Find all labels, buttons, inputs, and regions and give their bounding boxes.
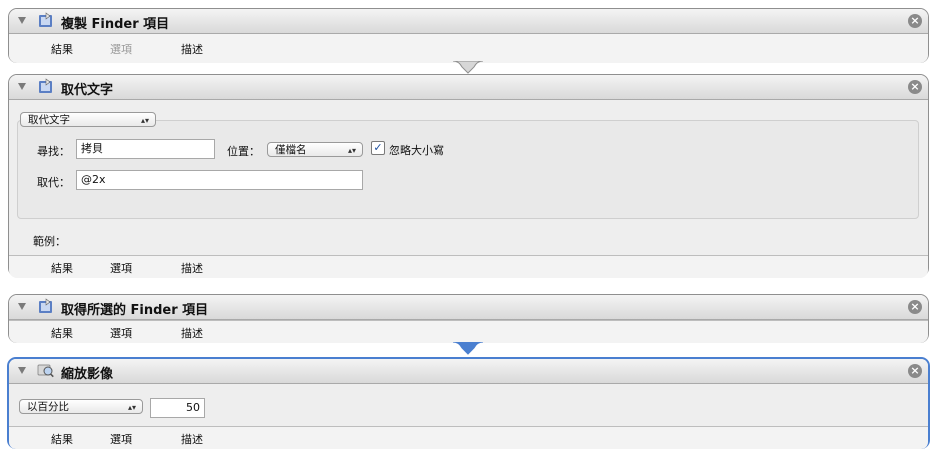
connector-notch — [453, 61, 483, 74]
close-icon[interactable]: × — [908, 364, 922, 378]
tab-results[interactable]: 結果 — [51, 41, 73, 57]
action-body: 取代文字 ▴▾ 尋找： 拷貝 位置： 僅檔名 ▴▾ ✓ 忽略大小寫 取代： @2x … — [9, 100, 928, 255]
action-tab-bar: 結果 選項 描述 — [9, 320, 928, 343]
action-body: 以百分比 ▴▾ 50 — [9, 384, 928, 426]
ignore-case-checkbox[interactable]: ✓ — [371, 141, 385, 155]
close-icon[interactable]: × — [908, 80, 922, 94]
tab-options[interactable]: 選項 — [110, 431, 132, 447]
disclosure-triangle-icon[interactable] — [18, 83, 26, 90]
connector-notch — [453, 342, 483, 355]
action-header[interactable]: 複製 Finder 項目 × — [9, 9, 928, 34]
close-icon[interactable]: × — [908, 300, 922, 314]
tab-description[interactable]: 描述 — [181, 325, 203, 341]
tab-description[interactable]: 描述 — [181, 431, 203, 447]
action-title: 縮放影像 — [61, 367, 114, 382]
action-tab-bar: 結果 選項 描述 — [9, 426, 928, 449]
tab-results[interactable]: 結果 — [51, 260, 73, 276]
action-copy-finder-items: 複製 Finder 項目 × 結果 選項 描述 — [8, 8, 929, 63]
action-replace-text: 取代文字 × 取代文字 ▴▾ 尋找： 拷貝 位置： 僅檔名 ▴▾ ✓ 忽略大小寫 取… — [8, 74, 929, 278]
tab-options[interactable]: 選項 — [110, 41, 132, 57]
action-tab-bar: 結果 選項 描述 — [9, 34, 928, 63]
in-popup-value: 僅檔名 — [275, 144, 307, 156]
tab-options[interactable]: 選項 — [110, 260, 132, 276]
tab-results[interactable]: 結果 — [51, 325, 73, 341]
disclosure-triangle-icon[interactable] — [18, 17, 26, 24]
mode-popup-value: 取代文字 — [28, 114, 70, 126]
action-header[interactable]: 取代文字 × — [9, 75, 928, 100]
scale-mode-value: 以百分比 — [27, 401, 69, 413]
action-tab-bar: 結果 選項 描述 — [9, 255, 928, 278]
action-title: 取代文字 — [61, 83, 114, 98]
action-scale-images: 縮放影像 × 以百分比 ▴▾ 50 結果 選項 描述 — [7, 357, 930, 449]
close-icon[interactable]: × — [908, 14, 922, 28]
finder-action-icon — [39, 12, 52, 27]
ignore-case-label: 忽略大小寫 — [389, 144, 444, 157]
action-get-selected-finder-items: 取得所選的 Finder 項目 × 結果 選項 描述 — [8, 294, 929, 343]
scale-value-field[interactable]: 50 — [150, 398, 205, 418]
disclosure-triangle-icon[interactable] — [18, 367, 26, 374]
in-label: 位置： — [227, 145, 260, 158]
popup-arrows-icon: ▴▾ — [347, 146, 356, 155]
find-field[interactable]: 拷貝 — [76, 139, 215, 159]
mode-popup[interactable]: 取代文字 ▴▾ — [20, 112, 156, 127]
scale-mode-popup[interactable]: 以百分比 ▴▾ — [19, 399, 143, 414]
disclosure-triangle-icon[interactable] — [18, 303, 26, 310]
tab-options[interactable]: 選項 — [110, 325, 132, 341]
action-title: 取得所選的 Finder 項目 — [61, 303, 209, 318]
in-popup[interactable]: 僅檔名 ▴▾ — [267, 142, 363, 157]
preview-action-icon — [37, 364, 54, 378]
action-title: 複製 Finder 項目 — [61, 17, 170, 32]
tab-description[interactable]: 描述 — [181, 41, 203, 57]
tab-results[interactable]: 結果 — [51, 431, 73, 447]
popup-arrows-icon: ▴▾ — [127, 403, 136, 412]
replace-label: 取代： — [37, 176, 70, 189]
popup-arrows-icon: ▴▾ — [140, 116, 149, 125]
action-header[interactable]: 縮放影像 × — [9, 359, 928, 384]
replace-field[interactable]: @2x — [76, 170, 363, 190]
find-label: 尋找： — [37, 145, 70, 158]
text-action-icon — [39, 78, 52, 93]
action-header[interactable]: 取得所選的 Finder 項目 × — [9, 295, 928, 320]
finder-action-icon — [39, 298, 52, 313]
tab-description[interactable]: 描述 — [181, 260, 203, 276]
example-label: 範例： — [33, 235, 66, 248]
